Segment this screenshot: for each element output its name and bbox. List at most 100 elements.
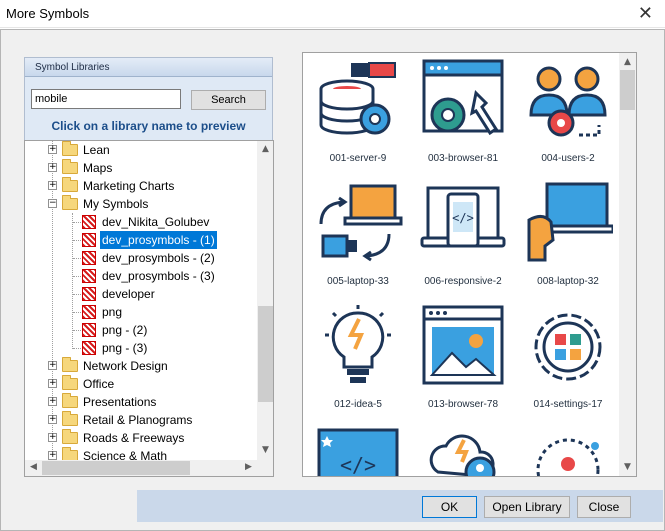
scroll-down-icon[interactable]: ▼ xyxy=(257,445,273,455)
library-tree: + Lean + Maps + Marketing Charts − My Sy… xyxy=(24,140,274,477)
title-bar: More Symbols ✕ xyxy=(0,0,665,28)
symbol-library-icon xyxy=(82,323,96,337)
gallery-vertical-scrollbar[interactable]: ▲ ▼ xyxy=(619,53,636,476)
tree-item-label: developer xyxy=(102,287,155,301)
open-library-button[interactable]: Open Library xyxy=(484,496,570,518)
symbol-item[interactable]: 014-settings-17 xyxy=(513,301,623,426)
ok-button[interactable]: OK xyxy=(422,496,477,518)
tree-item-dev-prosymbols-2[interactable]: dev_prosymbols - (2) xyxy=(25,249,255,267)
svg-text:</>: </> xyxy=(452,211,474,225)
tree-item-dev-nikita-golubev[interactable]: dev_Nikita_Golubev xyxy=(25,213,255,231)
symbol-label: 005-laptop-33 xyxy=(327,276,389,287)
symbol-item[interactable] xyxy=(513,424,623,476)
tree-item-roads-freeways[interactable]: + Roads & Freeways xyxy=(25,429,255,447)
tree-item-png[interactable]: png xyxy=(25,303,255,321)
expand-icon[interactable]: + xyxy=(48,415,57,424)
symbol-item[interactable]: 005-laptop-33 xyxy=(303,178,413,303)
tree-item-png-2[interactable]: png - (2) xyxy=(25,321,255,339)
symbol-label: 006-responsive-2 xyxy=(424,276,502,287)
symbol-label: 004-users-2 xyxy=(541,153,595,164)
tree-item-label: Presentations xyxy=(83,395,157,409)
symbol-item[interactable]: 004-users-2 xyxy=(513,55,623,180)
tree-item-label: png - (3) xyxy=(102,341,148,355)
gallery-vertical-scroll-thumb[interactable] xyxy=(620,70,635,110)
expand-icon[interactable]: + xyxy=(48,361,57,370)
tree-item-label: Lean xyxy=(83,143,110,157)
symbol-library-icon xyxy=(82,269,96,283)
tree-item-label: Office xyxy=(83,377,115,391)
users-icon xyxy=(529,66,607,137)
tree-item-retail-planograms[interactable]: + Retail & Planograms xyxy=(25,411,255,429)
symbol-item[interactable]: 003-browser-81 xyxy=(408,55,518,180)
cloud-icon xyxy=(429,434,496,476)
expand-icon[interactable]: + xyxy=(48,181,57,190)
symbol-item[interactable]: </> xyxy=(303,424,413,476)
collapse-icon[interactable]: − xyxy=(48,199,57,208)
symbol-item[interactable]: 008-laptop-32 xyxy=(513,178,623,303)
tree-item-label: dev_prosymbols - (1) xyxy=(100,231,217,249)
tree-vertical-scrollbar[interactable]: ▲ ▼ xyxy=(257,141,273,460)
tree-item-dev-prosymbols-1[interactable]: dev_prosymbols - (1) xyxy=(25,231,255,249)
tree-item-marketing-charts[interactable]: + Marketing Charts xyxy=(25,177,255,195)
browser-settings-icon xyxy=(422,59,504,136)
expand-icon[interactable]: + xyxy=(48,145,57,154)
tree-horizontal-scrollbar[interactable]: ◀ ▶ xyxy=(25,460,257,476)
symbol-libraries-header: Symbol Libraries xyxy=(25,58,272,77)
code-window-icon: </> xyxy=(317,428,399,476)
tree-item-label: Maps xyxy=(83,161,113,175)
scroll-up-icon[interactable]: ▲ xyxy=(619,57,636,67)
folder-icon xyxy=(62,357,78,372)
symbol-library-icon xyxy=(82,251,96,265)
symbol-library-icon xyxy=(82,233,96,247)
symbol-item[interactable]: 012-idea-5 xyxy=(303,301,413,426)
tree-vertical-scroll-thumb[interactable] xyxy=(258,306,273,402)
tree-item-my-symbols[interactable]: − My Symbols xyxy=(25,195,255,213)
window-close-icon[interactable]: ✕ xyxy=(638,3,653,24)
user-circle-icon xyxy=(536,438,600,476)
tree-item-maps[interactable]: + Maps xyxy=(25,159,255,177)
scroll-right-icon[interactable]: ▶ xyxy=(240,462,257,472)
library-search-input[interactable] xyxy=(31,89,181,109)
symbol-library-icon xyxy=(82,287,96,301)
tree-item-lean[interactable]: + Lean xyxy=(25,141,255,159)
expand-icon[interactable]: + xyxy=(48,397,57,406)
close-button[interactable]: Close xyxy=(577,496,631,518)
responsive-icon: </> xyxy=(420,186,506,248)
folder-open-icon xyxy=(62,195,78,210)
tree-item-label: dev_prosymbols - (3) xyxy=(102,269,215,283)
symbol-label: 008-laptop-32 xyxy=(537,276,599,287)
symbol-item[interactable]: 013-browser-78 xyxy=(408,301,518,426)
scroll-up-icon[interactable]: ▲ xyxy=(257,144,273,154)
tree-item-label: png xyxy=(102,305,123,319)
tree-item-dev-prosymbols-3[interactable]: dev_prosymbols - (3) xyxy=(25,267,255,285)
search-button[interactable]: Search xyxy=(191,90,266,110)
tree-horizontal-scroll-thumb[interactable] xyxy=(42,461,190,475)
symbol-preview-gallery: 001-server-9 003-browser-81 004-users-2 xyxy=(302,52,637,477)
symbol-label: 014-settings-17 xyxy=(533,399,603,410)
tree-item-presentations[interactable]: + Presentations xyxy=(25,393,255,411)
tree-item-label: Marketing Charts xyxy=(83,179,175,193)
tree-item-png-3[interactable]: png - (3) xyxy=(25,339,255,357)
tree-item-label: png - (2) xyxy=(102,323,148,337)
symbol-item[interactable] xyxy=(408,424,518,476)
symbol-item[interactable]: 001-server-9 xyxy=(303,55,413,180)
symbol-item[interactable]: </> 006-responsive-2 xyxy=(408,178,518,303)
tree-item-office[interactable]: + Office xyxy=(25,375,255,393)
symbol-library-icon xyxy=(82,215,96,229)
server-icon xyxy=(319,62,396,135)
expand-icon[interactable]: + xyxy=(48,379,57,388)
scroll-left-icon[interactable]: ◀ xyxy=(25,462,42,472)
tree-item-network-design[interactable]: + Network Design xyxy=(25,357,255,375)
scroll-down-icon[interactable]: ▼ xyxy=(619,462,636,472)
symbol-label: 003-browser-81 xyxy=(427,153,499,164)
expand-icon[interactable]: + xyxy=(48,451,57,460)
symbol-label: 013-browser-78 xyxy=(427,399,499,410)
browser-image-icon xyxy=(422,305,504,385)
expand-icon[interactable]: + xyxy=(48,433,57,442)
tree-item-developer[interactable]: developer xyxy=(25,285,255,303)
folder-icon xyxy=(62,429,78,444)
laptop-transfer-icon xyxy=(319,184,403,262)
expand-icon[interactable]: + xyxy=(48,163,57,172)
scroll-corner xyxy=(257,460,273,476)
tree-item-label: dev_prosymbols - (2) xyxy=(102,251,215,265)
